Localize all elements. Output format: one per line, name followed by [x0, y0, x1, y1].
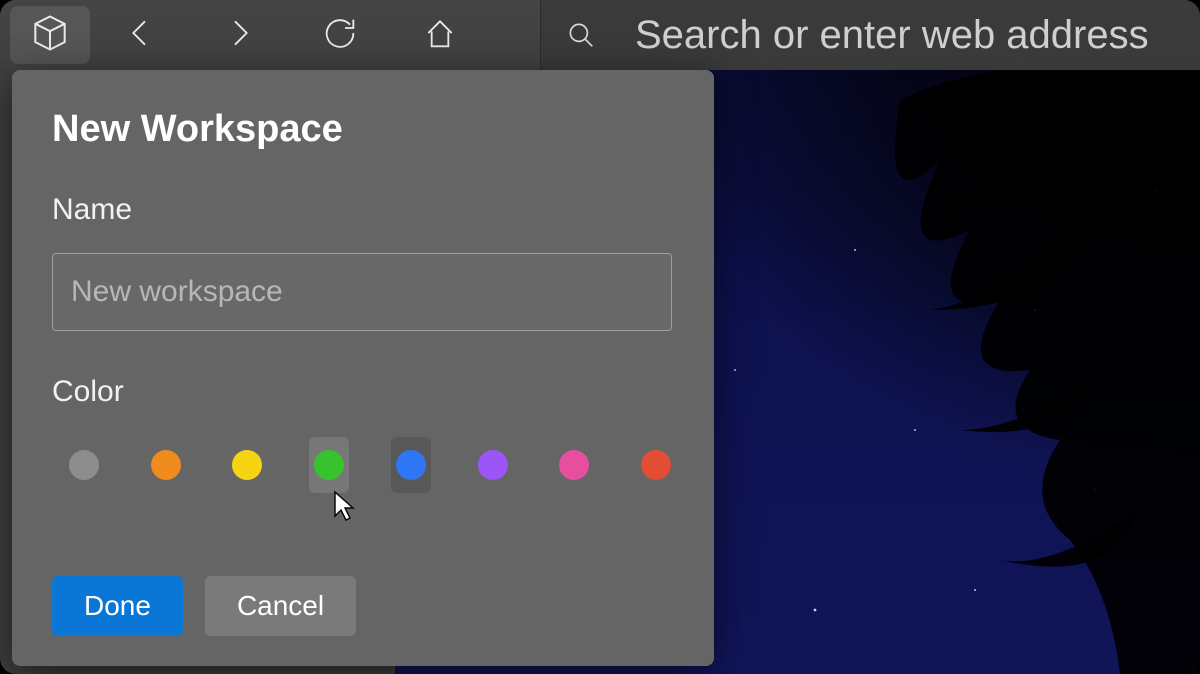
color-label: Color: [52, 375, 676, 409]
tree-silhouette: [640, 70, 1200, 674]
arrow-left-icon: [120, 13, 160, 58]
color-swatch-green[interactable]: [309, 437, 349, 493]
color-swatch-red[interactable]: [636, 437, 676, 493]
forward-button[interactable]: [190, 0, 290, 70]
home-button[interactable]: [390, 0, 490, 70]
color-dot-gray: [69, 450, 99, 480]
dialog-title: New Workspace: [52, 108, 676, 151]
home-icon: [420, 13, 460, 58]
color-dot-orange: [151, 450, 181, 480]
address-bar[interactable]: [540, 0, 1200, 70]
color-dot-blue: [396, 450, 426, 480]
color-swatch-orange[interactable]: [146, 437, 186, 493]
color-dot-green: [314, 450, 344, 480]
color-dot-pink: [559, 450, 589, 480]
color-swatch-blue[interactable]: [391, 437, 431, 493]
cube-icon: [28, 11, 72, 60]
reload-icon: [320, 13, 360, 58]
back-button[interactable]: [90, 0, 190, 70]
workspace-name-input[interactable]: [52, 253, 672, 331]
color-dot-red: [641, 450, 671, 480]
name-label: Name: [52, 193, 676, 227]
dialog-button-row: Done Cancel: [52, 576, 356, 636]
reload-button[interactable]: [290, 0, 390, 70]
arrow-right-icon: [220, 13, 260, 58]
workspaces-button[interactable]: [10, 6, 90, 64]
new-workspace-dialog: New Workspace Name Color Done Cancel: [12, 70, 714, 666]
color-swatch-row: [64, 437, 676, 493]
cancel-button[interactable]: Cancel: [205, 576, 356, 636]
color-dot-purple: [478, 450, 508, 480]
color-swatch-yellow[interactable]: [228, 437, 268, 493]
done-button[interactable]: Done: [52, 576, 183, 636]
color-dot-yellow: [232, 450, 262, 480]
address-input[interactable]: [635, 13, 1200, 58]
color-swatch-gray[interactable]: [64, 437, 104, 493]
color-swatch-purple[interactable]: [473, 437, 513, 493]
color-swatch-pink[interactable]: [555, 437, 595, 493]
search-icon: [561, 15, 601, 55]
browser-window: New Workspace Name Color Done Cancel: [0, 0, 1200, 674]
